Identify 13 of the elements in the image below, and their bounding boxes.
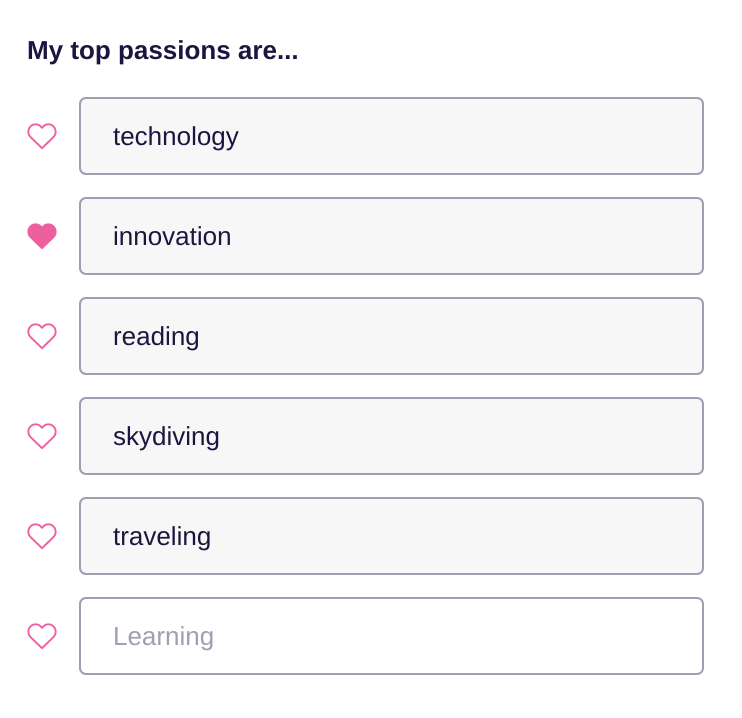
heart-outline-icon[interactable]	[26, 422, 58, 450]
heart-outline-icon[interactable]	[26, 322, 58, 350]
filled-heart-icon[interactable]	[26, 222, 58, 250]
section-heading: My top passions are...	[27, 34, 300, 67]
heart-outline-icon[interactable]	[26, 122, 58, 150]
heart-outline-icon[interactable]	[26, 622, 58, 650]
passion-field[interactable]: Learning	[79, 597, 704, 675]
heart-outline-icon[interactable]	[26, 522, 58, 550]
passion-field[interactable]: skydiving	[79, 397, 704, 475]
passion-field[interactable]: reading	[79, 297, 704, 375]
passion-field[interactable]: technology	[79, 97, 704, 175]
passion-field[interactable]: traveling	[79, 497, 704, 575]
passion-field[interactable]: innovation	[79, 197, 704, 275]
